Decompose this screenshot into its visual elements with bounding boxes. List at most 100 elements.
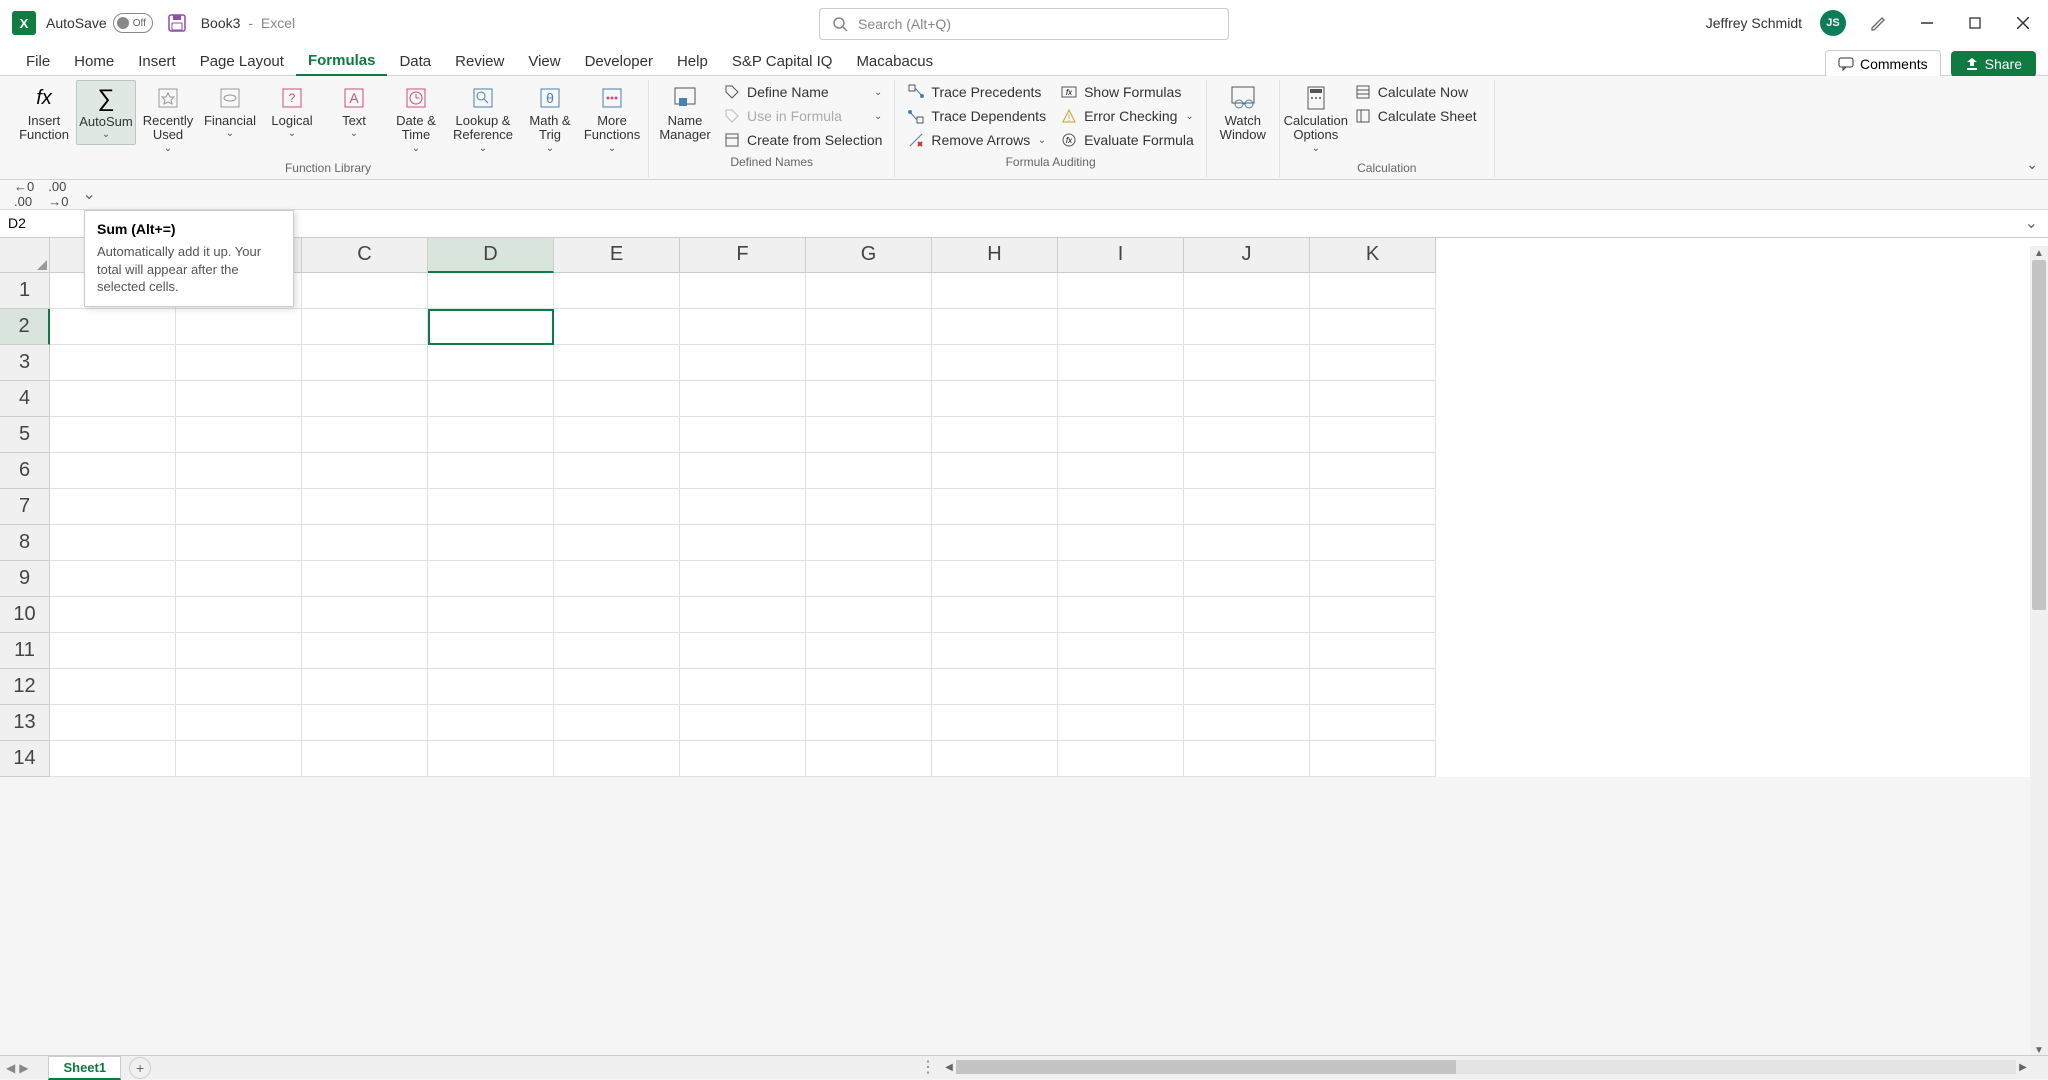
cell-E7[interactable] <box>554 489 680 525</box>
cell-G6[interactable] <box>806 453 932 489</box>
cell-G11[interactable] <box>806 633 932 669</box>
cell-G3[interactable] <box>806 345 932 381</box>
cell-J5[interactable] <box>1184 417 1310 453</box>
date-time-button[interactable]: Date & Time ⌄ <box>386 80 446 158</box>
cell-G13[interactable] <box>806 705 932 741</box>
watch-window-button[interactable]: Watch Window <box>1213 80 1273 147</box>
cell-H4[interactable] <box>932 381 1058 417</box>
name-manager-button[interactable]: Name Manager <box>655 80 715 147</box>
cell-G7[interactable] <box>806 489 932 525</box>
tab-sp-capital-iq[interactable]: S&P Capital IQ <box>720 47 845 75</box>
share-button[interactable]: Share <box>1951 51 2036 77</box>
row-header-2[interactable]: 2 <box>0 309 50 345</box>
cell-J6[interactable] <box>1184 453 1310 489</box>
vscroll-thumb[interactable] <box>2032 260 2046 610</box>
cell-E6[interactable] <box>554 453 680 489</box>
decrease-decimal-icon[interactable]: .00→0 <box>48 179 68 209</box>
cell-C6[interactable] <box>302 453 428 489</box>
autosave-toggle[interactable]: Off <box>113 13 153 33</box>
comments-button[interactable]: Comments <box>1825 50 1941 78</box>
create-from-selection-button[interactable]: Create from Selection <box>717 128 888 152</box>
cell-I12[interactable] <box>1058 669 1184 705</box>
tab-insert[interactable]: Insert <box>126 47 188 75</box>
cell-D11[interactable] <box>428 633 554 669</box>
cell-H7[interactable] <box>932 489 1058 525</box>
cell-J9[interactable] <box>1184 561 1310 597</box>
cell-C8[interactable] <box>302 525 428 561</box>
col-header-K[interactable]: K <box>1310 238 1436 273</box>
cell-H9[interactable] <box>932 561 1058 597</box>
sheet-tab-sheet1[interactable]: Sheet1 <box>48 1056 121 1080</box>
cell-H6[interactable] <box>932 453 1058 489</box>
cell-E8[interactable] <box>554 525 680 561</box>
col-header-C[interactable]: C <box>302 238 428 273</box>
cell-F10[interactable] <box>680 597 806 633</box>
cell-E11[interactable] <box>554 633 680 669</box>
cell-G8[interactable] <box>806 525 932 561</box>
cell-I8[interactable] <box>1058 525 1184 561</box>
hscroll-thumb[interactable] <box>956 1060 1456 1074</box>
financial-button[interactable]: Financial ⌄ <box>200 80 260 143</box>
cell-D2[interactable] <box>428 309 554 345</box>
col-header-H[interactable]: H <box>932 238 1058 273</box>
cell-F1[interactable] <box>680 273 806 309</box>
cell-J8[interactable] <box>1184 525 1310 561</box>
insert-function-button[interactable]: fx Insert Function <box>14 80 74 147</box>
cell-B8[interactable] <box>176 525 302 561</box>
search-input[interactable]: Search (Alt+Q) <box>819 8 1229 40</box>
tab-developer[interactable]: Developer <box>573 47 665 75</box>
minimize-button[interactable] <box>1912 8 1942 38</box>
lookup-reference-button[interactable]: Lookup & Reference ⌄ <box>448 80 518 158</box>
calculate-sheet-button[interactable]: Calculate Sheet <box>1348 104 1488 128</box>
cell-A3[interactable] <box>50 345 176 381</box>
trace-dependents-button[interactable]: Trace Dependents <box>901 104 1052 128</box>
col-header-J[interactable]: J <box>1184 238 1310 273</box>
row-header-10[interactable]: 10 <box>0 597 50 633</box>
cell-J11[interactable] <box>1184 633 1310 669</box>
cell-J13[interactable] <box>1184 705 1310 741</box>
cell-D10[interactable] <box>428 597 554 633</box>
cell-C9[interactable] <box>302 561 428 597</box>
select-all-corner[interactable] <box>0 238 50 273</box>
cell-K7[interactable] <box>1310 489 1436 525</box>
cell-H13[interactable] <box>932 705 1058 741</box>
expand-formula-bar[interactable]: ⌄ <box>2015 213 2048 233</box>
cell-K11[interactable] <box>1310 633 1436 669</box>
cell-E4[interactable] <box>554 381 680 417</box>
cell-A10[interactable] <box>50 597 176 633</box>
cell-F7[interactable] <box>680 489 806 525</box>
cell-I14[interactable] <box>1058 741 1184 777</box>
cell-E14[interactable] <box>554 741 680 777</box>
cell-K1[interactable] <box>1310 273 1436 309</box>
tab-review[interactable]: Review <box>443 47 516 75</box>
cell-B13[interactable] <box>176 705 302 741</box>
cell-C1[interactable] <box>302 273 428 309</box>
cell-I13[interactable] <box>1058 705 1184 741</box>
cell-G2[interactable] <box>806 309 932 345</box>
cell-H10[interactable] <box>932 597 1058 633</box>
scroll-up-icon[interactable]: ▲ <box>2030 246 2048 260</box>
qat-dropdown[interactable]: ⌄ <box>82 184 95 204</box>
show-formulas-button[interactable]: fx Show Formulas <box>1054 80 1200 104</box>
cell-A14[interactable] <box>50 741 176 777</box>
cell-D9[interactable] <box>428 561 554 597</box>
tab-data[interactable]: Data <box>387 47 443 75</box>
cell-I2[interactable] <box>1058 309 1184 345</box>
row-header-13[interactable]: 13 <box>0 705 50 741</box>
cell-K4[interactable] <box>1310 381 1436 417</box>
cell-A4[interactable] <box>50 381 176 417</box>
cell-H8[interactable] <box>932 525 1058 561</box>
row-header-12[interactable]: 12 <box>0 669 50 705</box>
col-header-G[interactable]: G <box>806 238 932 273</box>
cell-D4[interactable] <box>428 381 554 417</box>
cell-K8[interactable] <box>1310 525 1436 561</box>
cell-F6[interactable] <box>680 453 806 489</box>
cell-H12[interactable] <box>932 669 1058 705</box>
cell-E9[interactable] <box>554 561 680 597</box>
cell-H3[interactable] <box>932 345 1058 381</box>
cell-G5[interactable] <box>806 417 932 453</box>
cell-K9[interactable] <box>1310 561 1436 597</box>
cell-G10[interactable] <box>806 597 932 633</box>
cell-I1[interactable] <box>1058 273 1184 309</box>
cell-B2[interactable] <box>176 309 302 345</box>
